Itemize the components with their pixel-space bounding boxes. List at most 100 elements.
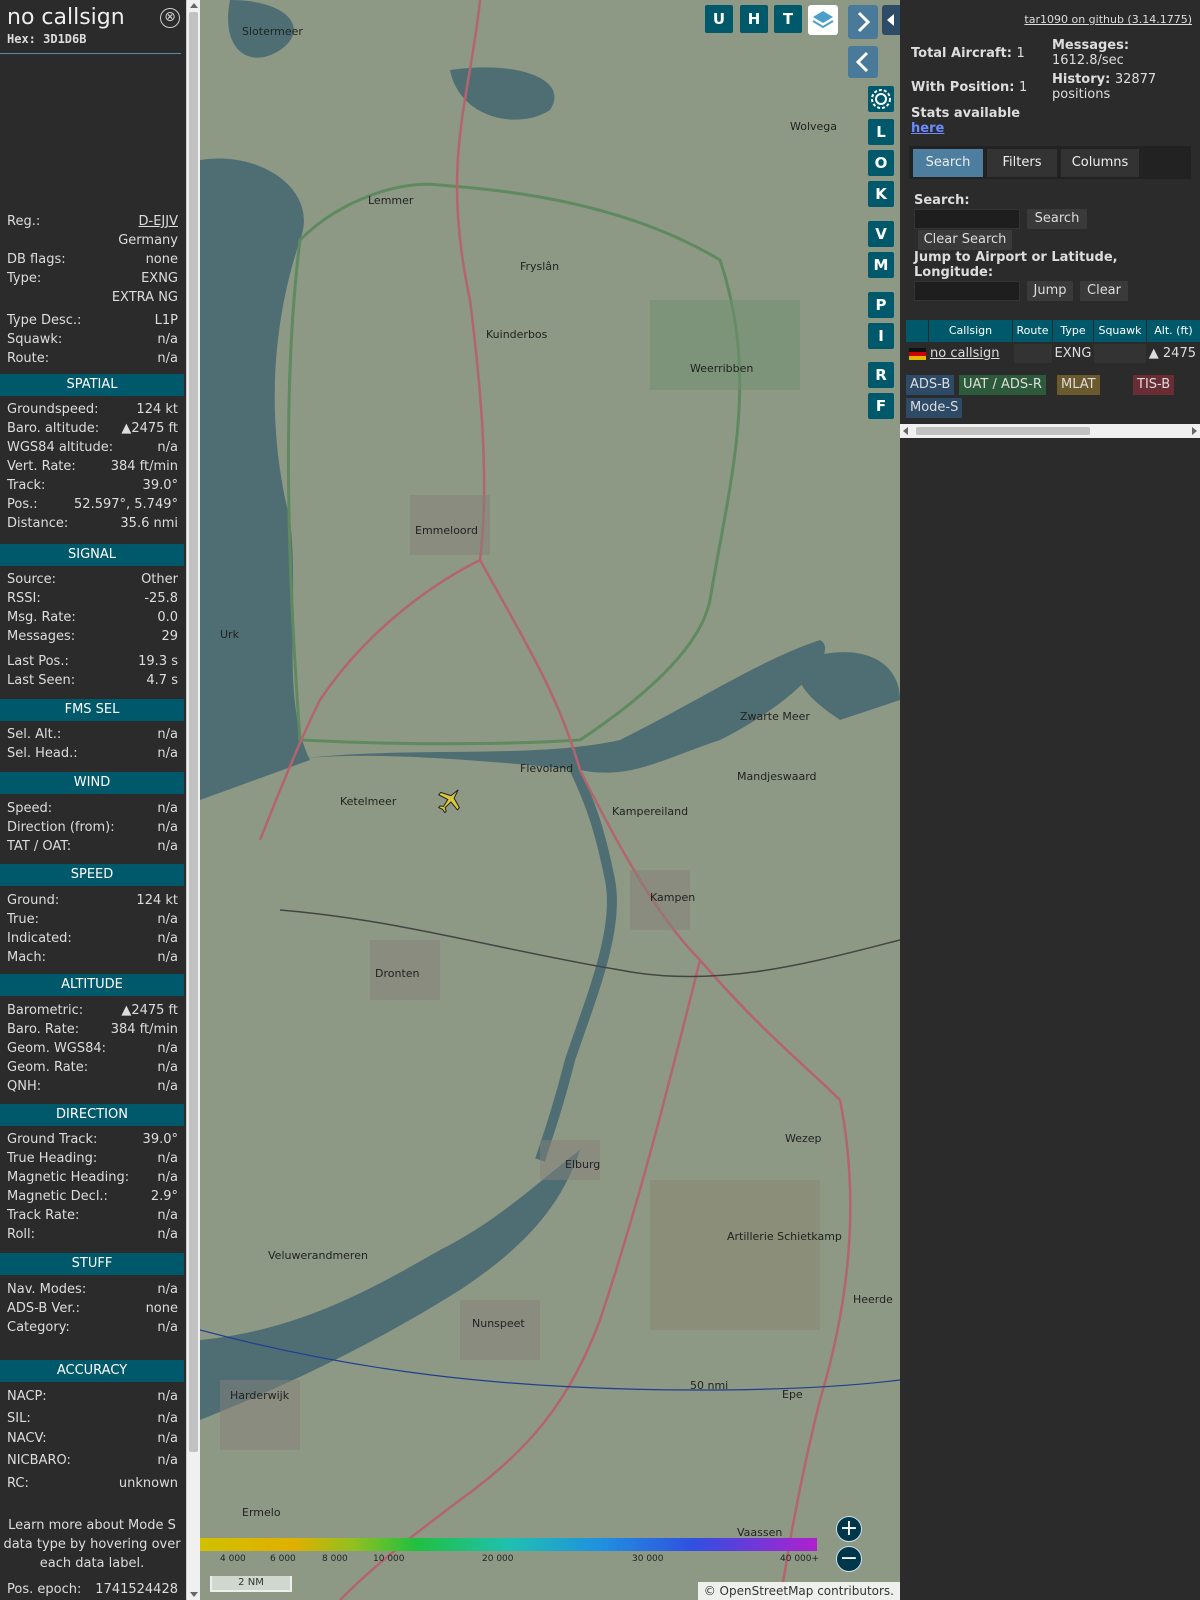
column-header-type[interactable]: Type — [1053, 320, 1093, 342]
clear-jump-button[interactable]: Clear — [1080, 281, 1128, 301]
direction-row: Roll: n/a — [7, 1225, 178, 1244]
scroll-up-icon[interactable] — [190, 3, 198, 8]
stuff-label: Nav. Modes: — [7, 1282, 87, 1297]
stuff-value: n/a — [157, 1320, 178, 1335]
zoom-out-button[interactable]: − — [836, 1546, 862, 1572]
row-callsign[interactable]: no callsign — [930, 344, 1000, 363]
row-type: EXNG — [1054, 346, 1092, 361]
toggle-button-u[interactable]: U — [705, 5, 733, 33]
github-link[interactable]: tar1090 on github (3.14.1775) — [1024, 13, 1192, 26]
column-header-altitude[interactable]: Alt. (ft) — [1147, 320, 1200, 342]
search-button[interactable]: Search — [1027, 209, 1087, 229]
speed-value: n/a — [157, 950, 178, 965]
signal-label: Last Seen: — [7, 673, 76, 688]
jump-button[interactable]: Jump — [1027, 281, 1073, 301]
type-name-value: EXTRA NG — [111, 290, 178, 305]
stuff-row: Category: n/a — [7, 1318, 178, 1337]
toggle-sidebar-width-icon[interactable] — [882, 5, 900, 35]
section-header-spatial: SPATIAL — [0, 374, 184, 396]
colorbar-tick-label: 10 000 — [373, 1554, 405, 1564]
fms-row: Sel. Alt.: n/a — [7, 725, 178, 744]
direction-row: Track Rate: n/a — [7, 1206, 178, 1225]
signal-value: 29 — [161, 629, 178, 644]
jump-input[interactable] — [914, 281, 1020, 301]
scroll-thumb[interactable] — [189, 12, 198, 1452]
toggle-button-f[interactable]: F — [868, 393, 894, 419]
settings-gear-icon[interactable] — [868, 86, 894, 112]
expand-sidebar-icon[interactable] — [848, 5, 878, 39]
collapse-sidebar-icon[interactable] — [848, 46, 878, 78]
scroll-right-icon[interactable] — [1192, 427, 1197, 435]
history-value: 32877 — [1114, 72, 1157, 87]
tab-filters[interactable]: Filters — [987, 149, 1057, 177]
wind-label: TAT / OAT: — [7, 839, 72, 854]
clear-search-button[interactable]: Clear Search — [918, 230, 1012, 250]
accuracy-value: n/a — [157, 1431, 178, 1446]
typedesc-value: L1P — [154, 313, 178, 328]
altitude-row: Geom. WGS84: n/a — [7, 1039, 178, 1058]
registration-link[interactable]: D-EJJV — [139, 212, 178, 231]
signal-label: Last Pos.: — [7, 654, 69, 669]
toggle-button-o[interactable]: O — [868, 150, 894, 176]
close-icon[interactable]: ⊗ — [160, 8, 180, 28]
stats-link[interactable]: here — [911, 121, 944, 136]
spatial-label: Groundspeed: — [7, 402, 99, 417]
speed-row: True: n/a — [7, 910, 178, 929]
aircraft-marker[interactable] — [432, 782, 467, 817]
map-view[interactable]: + − 2 NM © OpenStreetMap contributors. L… — [200, 0, 900, 1600]
accuracy-value: unknown — [118, 1476, 178, 1491]
place-label: Flevoland — [520, 762, 574, 775]
total-aircraft-stat: Total Aircraft: 1 — [911, 46, 1025, 61]
toggle-button-p[interactable]: P — [868, 292, 894, 318]
speed-value: 124 kt — [136, 893, 178, 908]
base-map — [200, 0, 900, 1600]
signal-row: RSSI: -25.8 — [7, 589, 178, 608]
tab-search[interactable]: Search — [913, 149, 983, 177]
toggle-button-v[interactable]: V — [868, 221, 894, 247]
signal-value: -25.8 — [144, 591, 178, 606]
scroll-down-icon[interactable] — [190, 1592, 198, 1597]
colorbar-tick-label: 40 000+ — [780, 1554, 820, 1564]
table-horizontal-scrollbar[interactable] — [900, 424, 1200, 438]
colorbar-tick-label: 8 000 — [322, 1554, 348, 1564]
toggle-button-r[interactable]: R — [868, 362, 894, 388]
speed-row: Mach: n/a — [7, 948, 178, 967]
toggle-button-i[interactable]: I — [868, 323, 894, 349]
type-value: EXNG — [141, 271, 178, 286]
map-attribution[interactable]: © OpenStreetMap contributors. — [697, 1582, 900, 1600]
with-position-stat: With Position: 1 — [911, 80, 1027, 95]
spatial-row: Baro. altitude: ▲2475 ft — [7, 419, 178, 438]
accuracy-row: NACV: n/a — [7, 1429, 178, 1448]
type-name-row: EXTRA NG — [7, 288, 178, 307]
spatial-value: ▲2475 ft — [121, 421, 178, 436]
column-header-callsign[interactable]: Callsign — [929, 320, 1012, 342]
toggle-button-m[interactable]: M — [868, 252, 894, 278]
toggle-button-l[interactable]: L — [868, 119, 894, 145]
toggle-button-h[interactable]: H — [740, 5, 768, 33]
table-row[interactable]: no callsign EXNG ▲ 2475 — [906, 344, 1200, 363]
sidebar-panel: tar1090 on github (3.14.1775) Total Airc… — [900, 0, 1200, 1600]
tar1090-app: no callsign ⊗ Hex: 3D1D6B Reg.: D-EJJV G… — [0, 0, 1200, 1600]
info-panel-scrollbar[interactable] — [186, 0, 200, 1600]
altitude-value: 384 ft/min — [110, 1022, 178, 1037]
accuracy-row: NICBARO: n/a — [7, 1451, 178, 1470]
direction-value: n/a — [157, 1151, 178, 1166]
toggle-button-k[interactable]: K — [868, 181, 894, 207]
dbflags-row: DB flags: none — [7, 250, 178, 269]
search-input[interactable] — [914, 209, 1020, 229]
hscroll-thumb[interactable] — [916, 427, 1090, 435]
zoom-in-button[interactable]: + — [836, 1516, 862, 1542]
with-position-label: With Position: — [911, 80, 1015, 95]
direction-label: Magnetic Heading: — [7, 1170, 130, 1185]
tab-columns[interactable]: Columns — [1061, 149, 1139, 177]
section-header-signal: SIGNAL — [0, 544, 184, 566]
fms-value: n/a — [157, 746, 178, 761]
column-header-route[interactable]: Route — [1013, 320, 1052, 342]
column-header-squawk[interactable]: Squawk — [1094, 320, 1146, 342]
direction-row: True Heading: n/a — [7, 1149, 178, 1168]
spatial-value: 52.597°, 5.749° — [74, 497, 178, 512]
toggle-button-t[interactable]: T — [774, 5, 802, 33]
layers-icon[interactable] — [808, 5, 838, 35]
scroll-left-icon[interactable] — [903, 427, 908, 435]
range-ring-label: 50 nmi — [690, 1379, 729, 1392]
